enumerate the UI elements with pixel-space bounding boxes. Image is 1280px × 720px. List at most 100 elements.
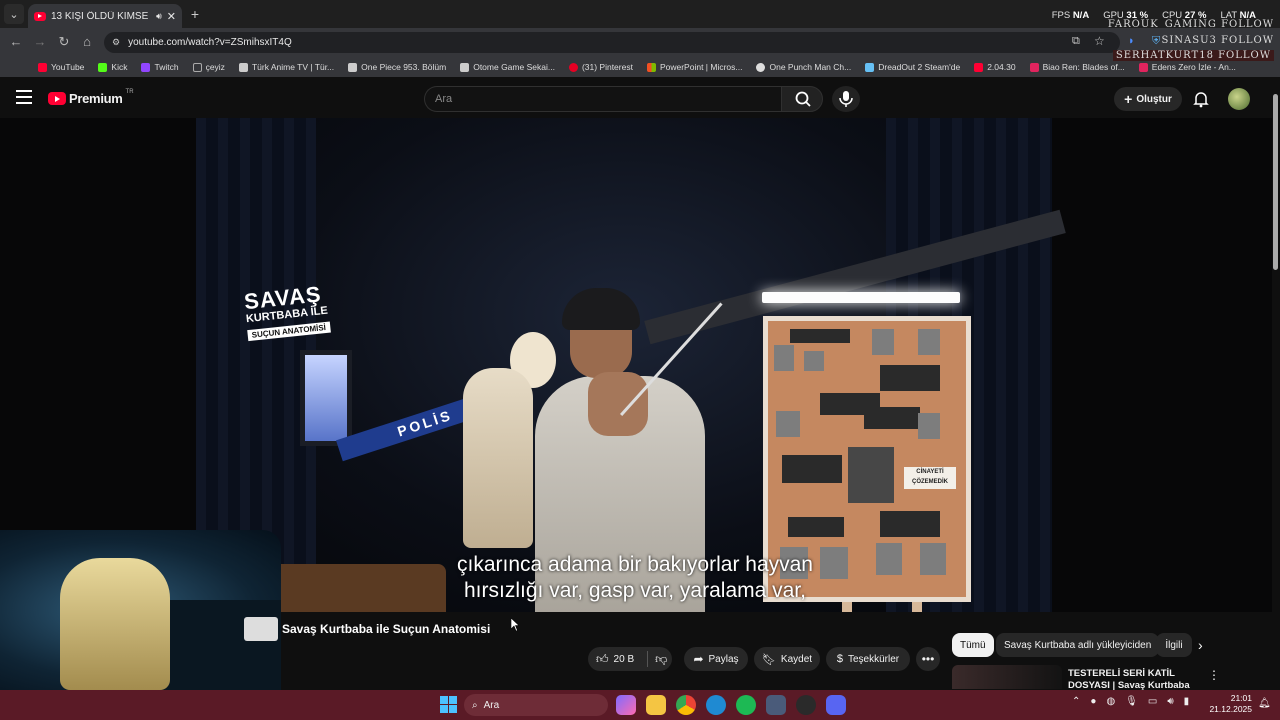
studio-light: [300, 350, 352, 446]
bookmark-folder-ceyiz[interactable]: çeyiz: [192, 62, 225, 72]
new-tab-button[interactable]: +: [188, 6, 202, 22]
save-button[interactable]: 🔖︎ Kaydet: [754, 647, 820, 671]
volume-icon[interactable]: 🔊︎: [1167, 696, 1173, 707]
tab-search-dropdown-icon[interactable]: ⌄: [4, 4, 24, 24]
obs-icon[interactable]: [796, 695, 816, 715]
url-text: youtube.com/watch?v=ZSmihsxIT4Q: [128, 37, 292, 48]
bookmark-star-icon[interactable]: ☆: [1094, 34, 1105, 48]
bookmark-one-punch[interactable]: One Punch Man Ch...: [756, 62, 851, 72]
site-icon: [348, 62, 358, 72]
board-photo: [804, 351, 824, 371]
show-logo: SAVAŞ KURTBABA İLE SUÇUN ANATOMİSİ: [243, 281, 349, 351]
spotify-icon[interactable]: [736, 695, 756, 715]
app-icon[interactable]: [766, 695, 786, 715]
account-avatar[interactable]: [1228, 88, 1250, 110]
forward-arrow-icon[interactable]: →: [32, 34, 48, 50]
tab-close-icon[interactable]: ✕: [167, 10, 176, 23]
board-photo: [776, 411, 800, 437]
host-hand: [588, 372, 648, 436]
youtube-premium-logo[interactable]: Premium TR: [48, 89, 134, 106]
reload-icon[interactable]: ↻: [56, 34, 72, 50]
browser-tab-active[interactable]: 13 KİŞİ ÖLDÜ KİMSE FARK E 🔊︎ ✕: [28, 4, 182, 28]
taskbar-search[interactable]: ⌕ Ara: [464, 694, 608, 716]
chip-all[interactable]: Tümü: [952, 633, 994, 657]
chip-uploader[interactable]: Savaş Kurtbaba adlı yükleyiciden: [996, 633, 1160, 657]
thanks-button[interactable]: $ Teşekkürler: [826, 647, 910, 671]
more-dots-icon: •••: [921, 652, 935, 666]
tray-app-icon[interactable]: ◍: [1106, 696, 1115, 707]
bookmark-otome[interactable]: Otome Game Sekai...: [460, 62, 555, 72]
create-button[interactable]: + Oluştur: [1114, 87, 1182, 111]
site-icon: [460, 62, 470, 72]
like-button[interactable]: 👍︎ 20 B: [596, 652, 634, 667]
bookmark-icon: 🔖︎: [761, 653, 776, 666]
shield-extension-icon[interactable]: ⛨: [1152, 35, 1160, 48]
hamburger-menu-icon[interactable]: [16, 90, 32, 104]
notification-icon[interactable]: 🔔︎: [1258, 698, 1271, 709]
chip-related[interactable]: İlgili: [1156, 633, 1192, 657]
bookmark-twitch[interactable]: Twitch: [141, 62, 179, 72]
taskbar-clock[interactable]: 21:01 21.12.2025: [1208, 693, 1252, 715]
bookmark-one-piece[interactable]: One Piece 953. Bölüm: [348, 62, 446, 72]
channel-thumbnail[interactable]: [244, 617, 278, 641]
battery-icon[interactable]: ▮: [1184, 696, 1190, 707]
share-button[interactable]: ➦ Paylaş: [684, 647, 748, 671]
voice-search-button[interactable]: [832, 86, 860, 112]
search-input[interactable]: Ara: [424, 86, 782, 112]
chevron-right-icon[interactable]: ›: [1198, 637, 1203, 653]
more-actions-button[interactable]: •••: [916, 647, 940, 671]
install-app-icon[interactable]: ⧉: [1072, 35, 1080, 48]
discord-icon[interactable]: [826, 695, 846, 715]
tab-audio-icon[interactable]: 🔊︎: [156, 11, 162, 22]
microsoft-icon: [646, 62, 656, 72]
bookmark-label: Kick: [111, 62, 128, 72]
scrollbar-thumb[interactable]: [1273, 94, 1278, 270]
extension-icon[interactable]: ◗: [1128, 35, 1135, 47]
bookmark-dreadout[interactable]: DreadOut 2 Steam'de: [865, 62, 960, 72]
plus-icon: +: [1124, 91, 1133, 107]
recommended-video-title[interactable]: TESTERELİ SERİ KATİL DOSYASI | Savaş Kur…: [1068, 668, 1198, 690]
board-note: [880, 365, 940, 391]
bookmark-biao-ren[interactable]: Biao Ren: Blades of...: [1029, 62, 1125, 72]
notifications-bell-icon[interactable]: [1192, 90, 1210, 108]
bookmark-turk-anime[interactable]: Türk Anime TV | Tür...: [238, 62, 335, 72]
dislike-button[interactable]: 👎︎: [655, 652, 667, 667]
show-logo-line3: SUÇUN ANATOMİSİ: [247, 321, 331, 342]
edge-icon[interactable]: [706, 695, 726, 715]
bookmark-label: DreadOut 2 Steam'de: [878, 62, 961, 72]
bookmark-label: Türk Anime TV | Tür...: [251, 62, 335, 72]
bookmark-youtube[interactable]: YouTube: [38, 62, 84, 72]
save-label: Kaydet: [780, 653, 813, 665]
thumbs-down-icon: 👎︎: [655, 651, 668, 666]
bookmark-powerpoint[interactable]: PowerPoint | Micros...: [646, 62, 742, 72]
tray-expand-icon[interactable]: ⌃: [1072, 696, 1080, 707]
bookmark-video-time[interactable]: 2.04.30: [974, 62, 1016, 72]
recommended-video-menu-icon[interactable]: ⋮: [1208, 668, 1220, 684]
address-bar[interactable]: ⚙︎ youtube.com/watch?v=ZSmihsxIT4Q: [104, 32, 1120, 53]
tray-app-icon[interactable]: ●: [1090, 696, 1096, 707]
bookmark-pinterest[interactable]: (31) Pinterest: [568, 62, 633, 72]
channel-title[interactable]: Savaş Kurtbaba ile Suçun Anatomisi: [282, 622, 490, 636]
back-arrow-icon[interactable]: ←: [8, 34, 24, 50]
chrome-icon[interactable]: [676, 695, 696, 715]
bookmark-edens-zero[interactable]: Edens Zero İzle - An...: [1138, 62, 1236, 72]
search-button[interactable]: [781, 86, 823, 112]
copilot-icon[interactable]: [616, 695, 636, 715]
microphone-tray-icon[interactable]: 🎙︎: [1125, 696, 1138, 707]
fps-stat: FPS N/A: [1052, 10, 1090, 21]
display-tray-icon[interactable]: ▭: [1148, 696, 1157, 707]
board-photo: [872, 329, 894, 355]
taskbar-search-label: Ara: [483, 699, 500, 711]
tab-title: 13 KİŞİ ÖLDÜ KİMSE FARK E: [51, 10, 151, 22]
board-photo: [918, 329, 940, 355]
board-label: CİNAYETİ ÇÖZEMEDİK: [904, 467, 956, 489]
share-label: Paylaş: [708, 653, 739, 665]
recommended-video-thumbnail[interactable]: [952, 665, 1062, 689]
bookmark-kick[interactable]: Kick: [98, 62, 127, 72]
home-icon[interactable]: ⌂: [79, 34, 95, 50]
board-note: [790, 329, 850, 343]
windows-start-icon[interactable]: [440, 696, 457, 713]
site-info-icon[interactable]: ⚙︎: [112, 37, 120, 48]
clock-time: 21:01: [1230, 693, 1252, 703]
file-explorer-icon[interactable]: [646, 695, 666, 715]
